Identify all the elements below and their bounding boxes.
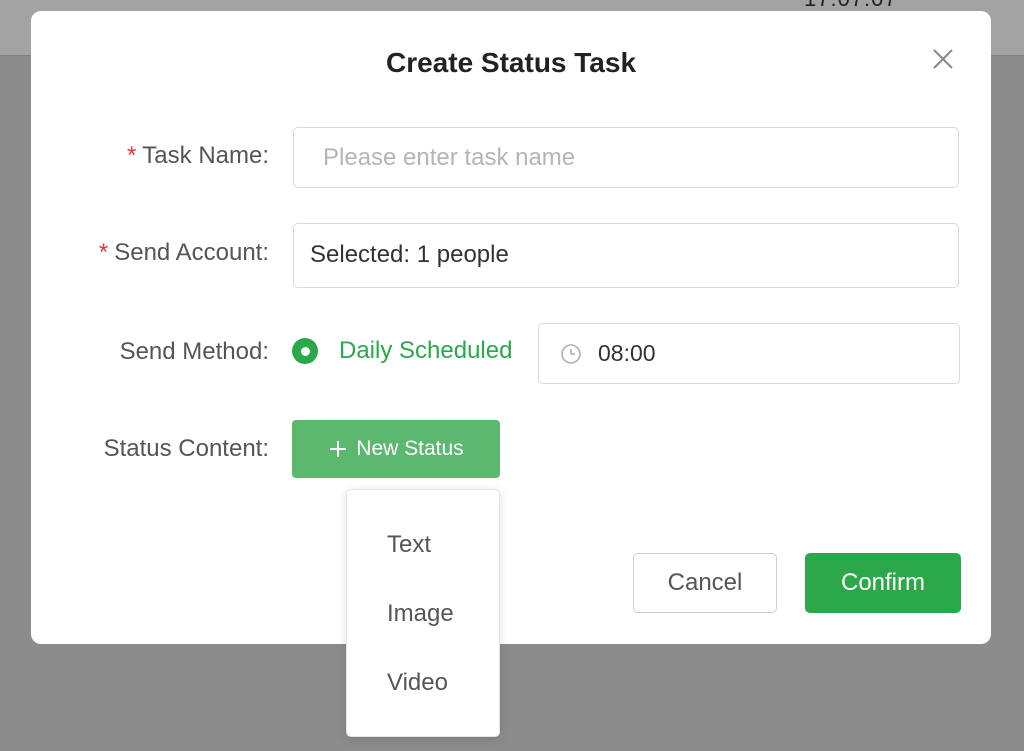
close-icon[interactable] [929,45,957,73]
send-account-label: * Send Account: [99,239,269,267]
menu-item-text[interactable]: Text [347,520,499,570]
menu-item-image[interactable]: Image [347,589,499,639]
radio-checked-icon [292,338,318,364]
time-picker[interactable]: 08:00 [538,323,960,384]
required-mark: * [98,239,109,266]
plus-icon [330,441,347,457]
cancel-button[interactable]: Cancel [633,553,777,613]
new-status-button-label: New Status [356,437,464,460]
confirm-button-label: Confirm [840,569,925,596]
cancel-button-label: Cancel [667,569,743,596]
send-account-field[interactable]: Selected: 1 people [293,223,959,288]
send-account-label-text: Send Account: [114,239,269,266]
clock-icon [561,343,581,364]
task-name-label: * Task Name: [127,142,269,170]
send-method-label: Send Method: [119,338,269,365]
daily-scheduled-radio[interactable]: Daily Scheduled [292,337,512,365]
daily-scheduled-label: Daily Scheduled [339,337,513,364]
required-mark: * [126,142,137,169]
menu-item-video[interactable]: Video [347,658,499,708]
dialog-title: Create Status Task [385,47,637,78]
time-value: 08:00 [598,340,656,366]
new-status-button[interactable]: New Status [292,420,500,478]
new-status-dropdown-menu: Text Image Video [346,489,500,737]
task-name-label-text: Task Name: [142,142,269,169]
send-account-value: Selected: 1 people [310,241,509,268]
create-status-task-dialog: Create Status Task *Task Name: *Send Acc… [31,11,991,644]
status-content-label: Status Content: [103,435,269,462]
task-name-input[interactable] [293,127,959,188]
confirm-button[interactable]: Confirm [805,553,961,613]
